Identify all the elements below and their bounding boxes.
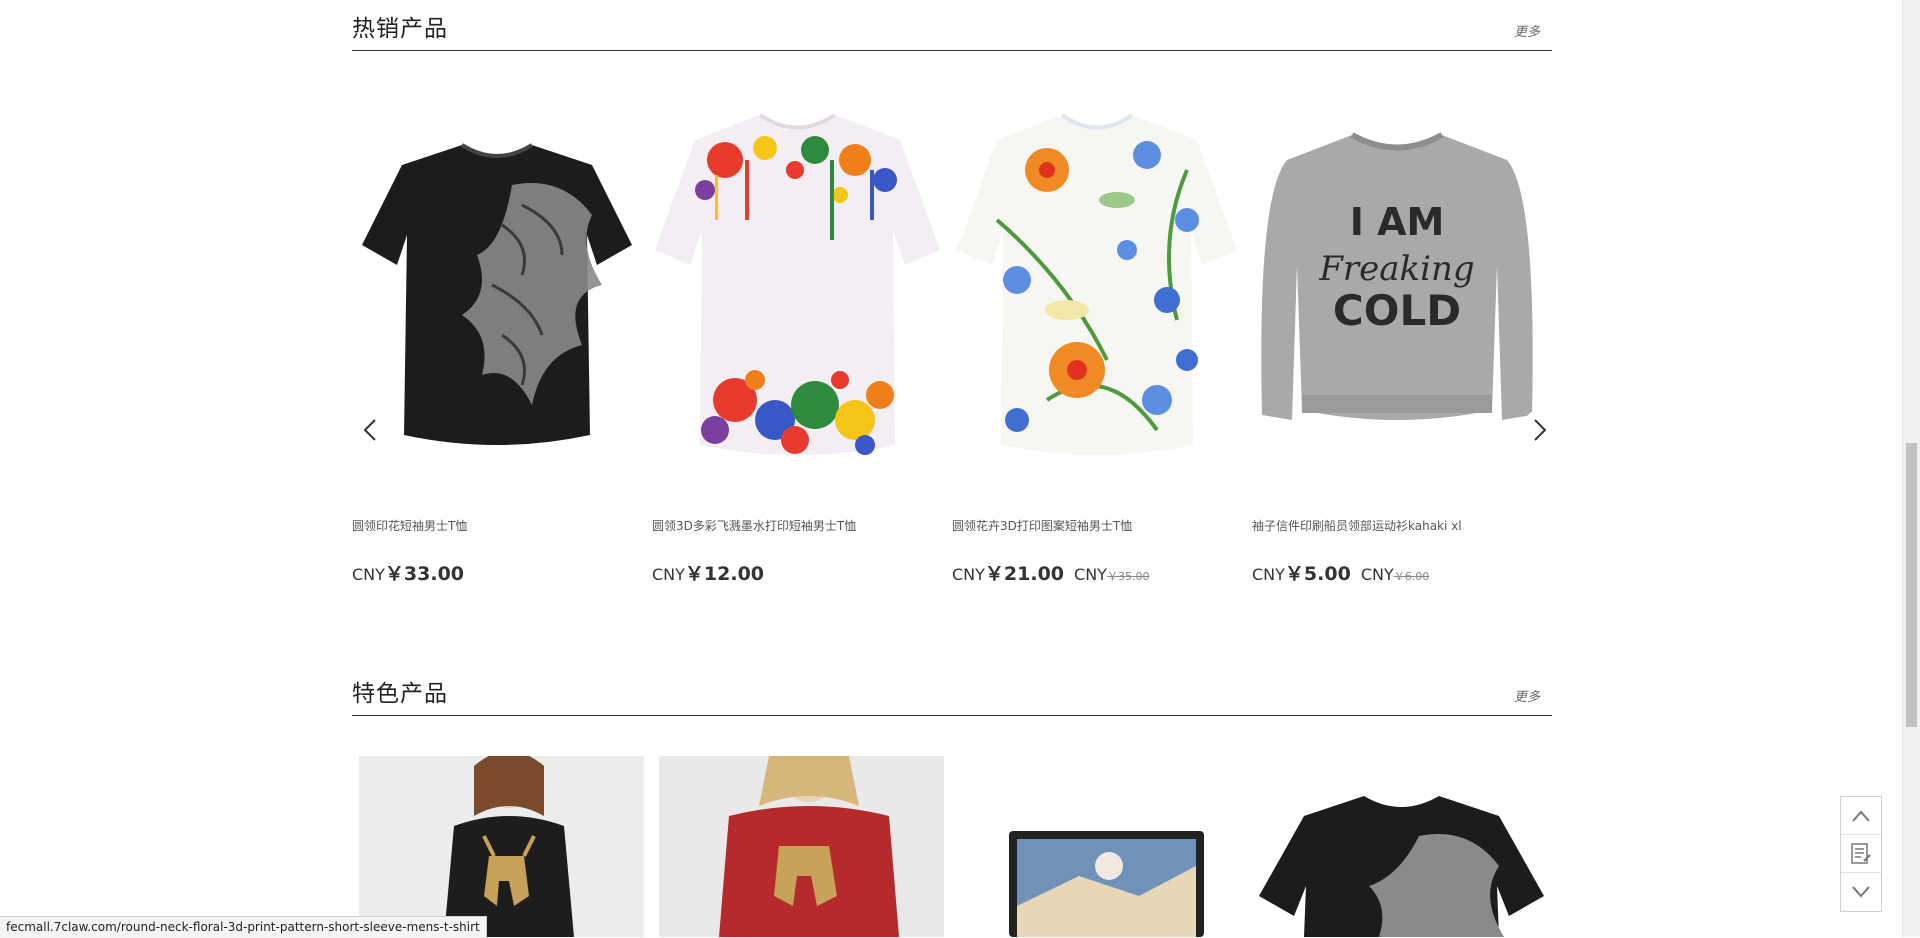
hot-products-more-link[interactable]: 更多	[1514, 21, 1540, 40]
carousel-prev-button[interactable]	[352, 408, 388, 452]
laptop-product-image[interactable]	[959, 756, 1244, 937]
featured-products-header: 特色产品 更多	[352, 667, 1552, 716]
scrollbar-thumb[interactable]	[1906, 443, 1917, 727]
product-price: CNY￥33.00	[352, 563, 465, 585]
featured-products-title: 特色产品	[352, 681, 448, 707]
black-reindeer-sweater-image[interactable]	[359, 756, 644, 937]
featured-products-more-link[interactable]: 更多	[1514, 686, 1540, 705]
sweatshirt-print-line-2: Freaking	[1318, 249, 1474, 289]
product-card[interactable]: 圆领印花短袖男士T恤 CNY￥33.00	[352, 90, 642, 600]
sweatshirt-print-line-1: I AM	[1350, 200, 1445, 244]
notes-button[interactable]	[1841, 835, 1881, 873]
hot-products-header: 热销产品 更多	[352, 2, 1552, 51]
product-card[interactable]: I AM Freaking COLD 袖子信件印刷船员领部运动衫kahaki x…	[1252, 90, 1542, 600]
product-price: CNY￥12.00	[652, 563, 765, 585]
red-reindeer-sweater-image[interactable]	[659, 756, 944, 937]
black-lion-tshirt-image[interactable]	[352, 90, 642, 480]
product-name[interactable]: 圆领3D多彩飞溅墨水打印短袖男士T恤	[652, 517, 856, 534]
floating-toolbar	[1840, 796, 1882, 912]
page-scrollbar[interactable]	[1902, 0, 1920, 937]
hot-products-title: 热销产品	[352, 16, 448, 42]
product-card[interactable]: 圆领3D多彩飞溅墨水打印短袖男士T恤 CNY￥12.00	[652, 90, 942, 600]
scroll-bottom-button[interactable]	[1841, 873, 1881, 910]
product-price: CNY￥21.00 CNY￥35.00	[952, 563, 1150, 585]
chevron-up-icon	[1852, 809, 1870, 822]
edit-list-icon	[1851, 842, 1871, 864]
sweatshirt-print-line-3: COLD	[1333, 286, 1461, 335]
chevron-down-icon	[1852, 885, 1870, 898]
paint-splatter-tshirt-image[interactable]	[652, 90, 942, 480]
chevron-right-icon	[1534, 419, 1547, 441]
status-bar-url: fecmall.7claw.com/round-neck-floral-3d-p…	[0, 916, 487, 938]
product-price: CNY￥5.00 CNY￥6.00	[1252, 563, 1430, 585]
product-name[interactable]: 袖子信件印刷船员领部运动衫kahaki xl	[1252, 517, 1462, 534]
carousel-next-button[interactable]	[1522, 408, 1558, 452]
featured-products-row	[352, 756, 1552, 937]
grey-sweatshirt-image[interactable]: I AM Freaking COLD	[1252, 90, 1542, 480]
floral-tshirt-image[interactable]	[952, 90, 1242, 480]
product-card[interactable]: 圆领花卉3D打印图案短袖男士T恤 CNY￥21.00 CNY￥35.00	[952, 90, 1242, 600]
product-name[interactable]: 圆领印花短袖男士T恤	[352, 517, 467, 534]
chevron-left-icon	[363, 419, 376, 441]
black-lion-tshirt-thumbnail[interactable]	[1259, 756, 1544, 937]
product-name[interactable]: 圆领花卉3D打印图案短袖男士T恤	[952, 517, 1132, 534]
scroll-top-button[interactable]	[1841, 797, 1881, 835]
hot-products-carousel: 圆领印花短袖男士T恤 CNY￥33.00 圆领3D多彩飞溅墨水打印短袖男士T恤 …	[352, 90, 1558, 600]
